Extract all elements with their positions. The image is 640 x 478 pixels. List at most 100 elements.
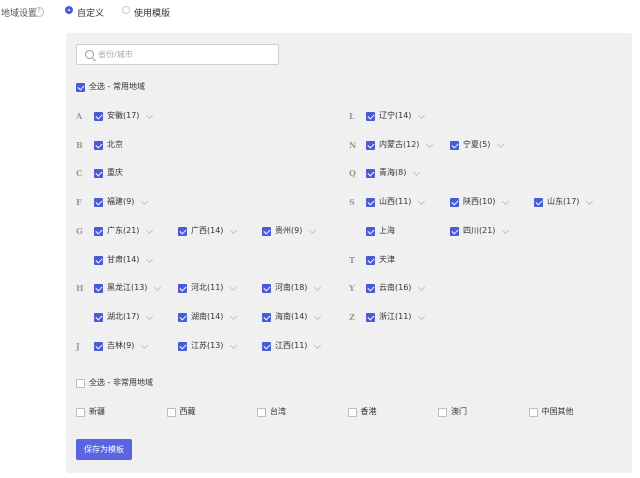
region-item-checkbox[interactable] [366, 141, 375, 150]
region-item-label[interactable]: 广西(14) [191, 226, 223, 236]
region-item-label[interactable]: 宁夏(5) [463, 140, 490, 150]
region-item-checkbox[interactable] [262, 284, 271, 293]
uncommon-region-item-label[interactable]: 西藏 [180, 407, 196, 417]
chevron-down-icon[interactable] [230, 341, 238, 350]
region-item-label[interactable]: 辽宁(14) [379, 111, 411, 121]
region-item-checkbox[interactable] [94, 342, 103, 351]
chevron-down-icon[interactable] [413, 168, 421, 177]
region-item-label[interactable]: 湖南(14) [191, 312, 223, 322]
region-item-checkbox[interactable] [94, 313, 103, 322]
chevron-down-icon[interactable] [418, 312, 426, 321]
region-item-label[interactable]: 甘肃(14) [107, 255, 139, 265]
region-item-checkbox[interactable] [262, 342, 271, 351]
region-item-label[interactable]: 天津 [379, 255, 395, 265]
select-all-common-label[interactable]: 全选 - 常用地域 [89, 82, 145, 92]
chevron-down-icon[interactable] [418, 283, 426, 292]
region-item-label[interactable]: 湖北(17) [107, 312, 139, 322]
chevron-down-icon[interactable] [230, 312, 238, 321]
region-item-checkbox[interactable] [366, 227, 375, 236]
region-item-label[interactable]: 四川(21) [463, 226, 495, 236]
region-item-checkbox[interactable] [94, 141, 103, 150]
chevron-down-icon[interactable] [502, 226, 510, 235]
select-all-common-checkbox[interactable] [76, 83, 85, 92]
chevron-down-icon[interactable] [586, 197, 594, 206]
chevron-down-icon[interactable] [146, 226, 154, 235]
region-item-checkbox[interactable] [262, 313, 271, 322]
chevron-down-icon[interactable] [497, 140, 505, 149]
region-item-checkbox[interactable] [178, 227, 187, 236]
region-item-label[interactable]: 山东(17) [547, 197, 579, 207]
region-item-label[interactable]: 海南(14) [275, 312, 307, 322]
region-item-label[interactable]: 河南(18) [275, 283, 307, 293]
region-item-checkbox[interactable] [450, 198, 459, 207]
select-all-uncommon-checkbox[interactable] [76, 379, 85, 388]
region-item-label[interactable]: 江西(11) [275, 341, 307, 351]
chevron-down-icon[interactable] [146, 312, 154, 321]
region-item-label[interactable]: 云南(16) [379, 283, 411, 293]
custom-radio[interactable] [65, 6, 73, 14]
region-item-checkbox[interactable] [94, 227, 103, 236]
chevron-down-icon[interactable] [146, 255, 154, 264]
region-item-label[interactable]: 福建(9) [107, 197, 134, 207]
chevron-down-icon[interactable] [314, 341, 322, 350]
chevron-down-icon[interactable] [154, 283, 162, 292]
chevron-down-icon[interactable] [418, 111, 426, 120]
region-item-label[interactable]: 江苏(13) [191, 341, 223, 351]
chevron-down-icon[interactable] [502, 197, 510, 206]
uncommon-region-item-label[interactable]: 台湾 [270, 407, 286, 417]
region-item-checkbox[interactable] [366, 256, 375, 265]
help-icon[interactable]: ? [34, 7, 44, 17]
chevron-down-icon[interactable] [314, 312, 322, 321]
region-item-label[interactable]: 北京 [107, 140, 123, 150]
region-item-checkbox[interactable] [178, 313, 187, 322]
region-item-checkbox[interactable] [366, 169, 375, 178]
uncommon-region-item-checkbox[interactable] [438, 408, 447, 417]
region-item-label[interactable]: 贵州(9) [275, 226, 302, 236]
region-item-checkbox[interactable] [94, 256, 103, 265]
region-item-checkbox[interactable] [178, 342, 187, 351]
region-item-label[interactable]: 重庆 [107, 168, 123, 178]
region-item-label[interactable]: 内蒙古(12) [379, 140, 419, 150]
region-item-label[interactable]: 陕西(10) [463, 197, 495, 207]
chevron-down-icon[interactable] [314, 283, 322, 292]
uncommon-region-item-checkbox[interactable] [347, 408, 357, 417]
region-item-checkbox[interactable] [366, 112, 375, 121]
uncommon-region-item-label[interactable]: 香港 [361, 407, 377, 417]
chevron-down-icon[interactable] [141, 197, 149, 206]
region-item-label[interactable]: 河北(11) [191, 283, 223, 293]
custom-radio-label[interactable]: 自定义 [77, 6, 104, 19]
chevron-down-icon[interactable] [141, 341, 149, 350]
chevron-down-icon[interactable] [230, 226, 238, 235]
region-item-checkbox[interactable] [366, 198, 375, 207]
uncommon-region-item-checkbox[interactable] [76, 408, 85, 417]
region-item-checkbox[interactable] [94, 284, 103, 293]
region-item-label[interactable]: 黑龙江(13) [107, 283, 147, 293]
region-item-label[interactable]: 安徽(17) [107, 111, 139, 121]
chevron-down-icon[interactable] [146, 111, 154, 120]
region-item-checkbox[interactable] [178, 284, 187, 293]
region-item-checkbox[interactable] [450, 141, 459, 150]
region-item-checkbox[interactable] [366, 284, 375, 293]
region-item-checkbox[interactable] [366, 313, 375, 322]
region-item-label[interactable]: 广东(21) [107, 226, 139, 236]
region-item-label[interactable]: 山西(11) [379, 197, 411, 207]
search-box[interactable] [76, 44, 279, 65]
uncommon-region-item-label[interactable]: 新疆 [89, 407, 105, 417]
chevron-down-icon[interactable] [426, 140, 434, 149]
chevron-down-icon[interactable] [230, 283, 238, 292]
region-item-checkbox[interactable] [262, 227, 271, 236]
chevron-down-icon[interactable] [418, 197, 426, 206]
search-input[interactable] [98, 48, 268, 61]
chevron-down-icon[interactable] [309, 226, 317, 235]
region-item-checkbox[interactable] [94, 169, 103, 178]
region-item-label[interactable]: 吉林(9) [107, 341, 134, 351]
region-item-label[interactable]: 浙江(11) [379, 312, 411, 322]
select-all-uncommon-label[interactable]: 全选 - 非常用地域 [89, 378, 153, 388]
uncommon-region-item-checkbox[interactable] [528, 408, 538, 417]
region-item-checkbox[interactable] [534, 198, 543, 207]
region-item-checkbox[interactable] [94, 112, 103, 121]
region-item-checkbox[interactable] [94, 198, 103, 207]
template-radio[interactable] [122, 6, 130, 14]
template-radio-label[interactable]: 使用模版 [134, 6, 170, 19]
save-as-template-button[interactable]: 保存为模板 [76, 439, 132, 460]
